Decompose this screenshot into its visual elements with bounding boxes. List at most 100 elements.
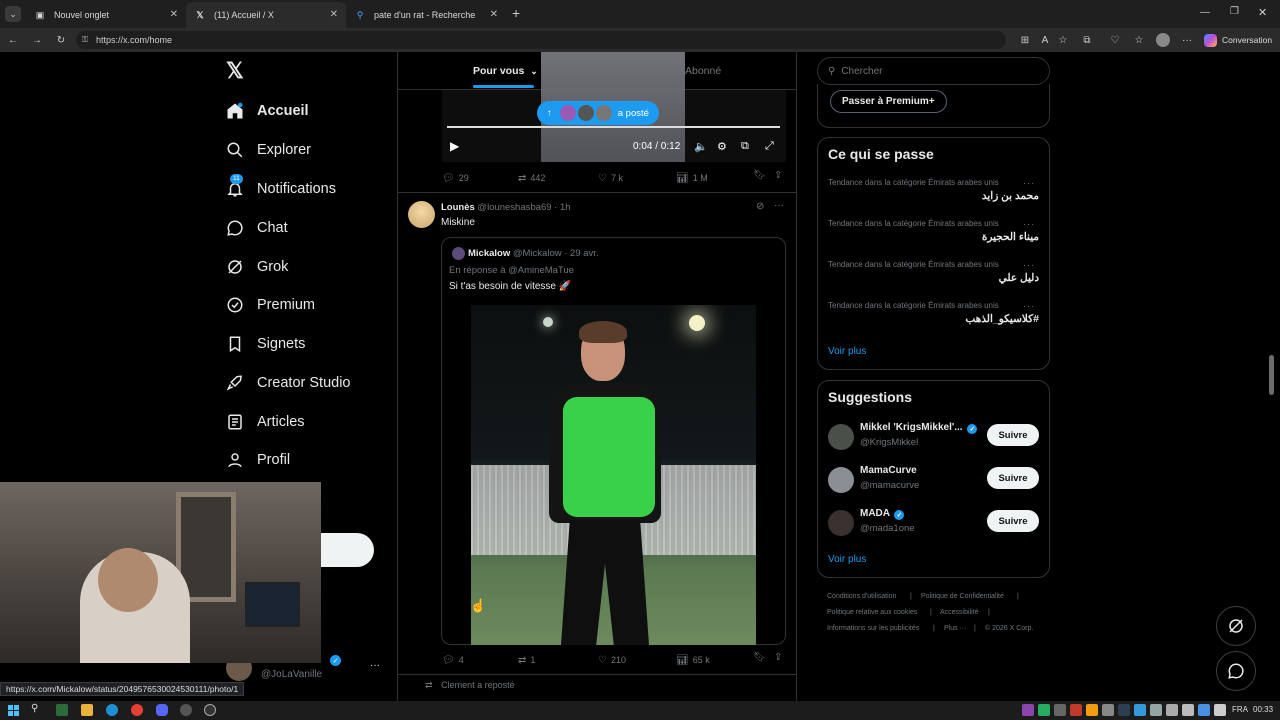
tray-app-icon[interactable] — [1166, 704, 1178, 716]
language-indicator[interactable]: FRA — [1232, 705, 1248, 714]
split-screen-icon[interactable]: ⊞ — [1018, 33, 1032, 47]
suggestion-item[interactable]: MADA ✓ @mada1one Suivre — [818, 505, 1049, 541]
repost-action[interactable]: ⇄ 1 — [518, 653, 535, 667]
play-icon[interactable]: ▶ — [450, 139, 459, 153]
clock[interactable]: 00:33 — [1253, 705, 1273, 714]
suggestion-item[interactable]: MamaCurve @mamacurve Suivre — [818, 462, 1049, 498]
trend-item[interactable]: Tendance dans la catégorie Émirats arabe… — [818, 216, 1049, 254]
settings-icon[interactable] — [180, 704, 192, 716]
file-explorer-icon[interactable] — [81, 704, 93, 716]
reply-action[interactable]: 💬︎ 29 — [442, 171, 469, 185]
reply-action[interactable]: 💬︎ 4 — [442, 653, 464, 667]
discord-icon[interactable] — [156, 704, 168, 716]
footer-privacy-link[interactable]: Politique de Confidentialité — [921, 593, 1004, 600]
post-time[interactable]: · 1h — [554, 202, 570, 213]
close-window-icon[interactable]: ✕ — [1258, 6, 1267, 19]
volume-icon[interactable]: 🔈 — [694, 140, 708, 153]
minimize-icon[interactable]: — — [1200, 7, 1210, 18]
tab-x-home[interactable]: 𝕏 (11) Accueil / X ✕ — [186, 2, 346, 28]
app-icon[interactable] — [204, 704, 216, 716]
trend-more-icon[interactable]: ··· — [1023, 301, 1035, 311]
footer-ads-link[interactable]: Informations sur les publicités — [827, 625, 919, 632]
nav-grok[interactable]: Grok — [226, 253, 288, 281]
bookmark-icon[interactable]: 🔖︎ — [753, 652, 766, 663]
video-progress-bar[interactable] — [447, 126, 780, 128]
tray-app-icon[interactable] — [1038, 704, 1050, 716]
suggestion-item[interactable]: Mikkel 'KrigsMikkel'... ✓ @KrigsMikkel S… — [818, 419, 1049, 455]
edge-icon[interactable] — [106, 704, 118, 716]
footer-more-link[interactable]: Plus ··· — [944, 625, 967, 632]
trend-more-icon[interactable]: ··· — [1023, 178, 1035, 188]
post-handle[interactable]: @louneshasba69 — [477, 202, 551, 213]
windows-start-icon[interactable] — [8, 705, 19, 716]
views-action[interactable]: 📊︎ 1 M — [676, 171, 708, 185]
more-icon[interactable]: ··· — [1180, 33, 1194, 47]
follow-button[interactable]: Suivre — [987, 510, 1039, 532]
tray-app-icon[interactable] — [1134, 704, 1146, 716]
repost-indicator[interactable]: ⇄ Clement a reposté — [425, 680, 515, 691]
nav-articles[interactable]: Articles — [226, 408, 305, 436]
trend-item[interactable]: Tendance dans la catégorie Émirats arabe… — [818, 175, 1049, 213]
close-icon[interactable]: ✕ — [330, 9, 338, 20]
trend-more-icon[interactable]: ··· — [1023, 260, 1035, 270]
page-scrollbar[interactable] — [1269, 355, 1274, 395]
trends-see-more-link[interactable]: Voir plus — [828, 346, 866, 357]
share-icon[interactable]: ⇪ — [774, 170, 782, 181]
chat-float-button[interactable] — [1216, 651, 1256, 691]
tray-app-icon[interactable] — [1054, 704, 1066, 716]
tab-following[interactable]: Abonné — [685, 65, 721, 77]
repost-action[interactable]: ⇄ 442 — [518, 171, 545, 185]
like-action[interactable]: ♡ 7 k — [598, 171, 623, 185]
posted-pill[interactable]: ↑ a posté — [537, 101, 659, 125]
quote-image[interactable] — [471, 305, 756, 645]
nav-chat[interactable]: Chat — [226, 214, 288, 242]
tray-app-icon[interactable] — [1022, 704, 1034, 716]
post-avatar[interactable] — [408, 201, 435, 228]
tab-search[interactable]: ⚲ pate d'un rat - Recherche ✕ — [346, 2, 506, 28]
nav-premium[interactable]: Premium — [226, 291, 315, 319]
read-aloud-icon[interactable]: A — [1038, 33, 1052, 47]
x-logo-icon[interactable]: 𝕏 — [226, 60, 246, 82]
extensions-icon[interactable]: ⧉ — [1080, 33, 1094, 47]
forward-icon[interactable]: → — [30, 33, 44, 47]
tab-actions-icon[interactable]: ⌄ — [5, 6, 21, 22]
new-tab-button[interactable]: + — [512, 5, 520, 21]
nav-bookmarks[interactable]: Signets — [226, 330, 305, 358]
tray-app-icon[interactable] — [1150, 704, 1162, 716]
favorite-star-icon[interactable]: ☆ — [1056, 33, 1070, 47]
back-icon[interactable]: ← — [6, 33, 20, 47]
close-icon[interactable]: ✕ — [170, 9, 178, 20]
settings-icon[interactable]: ⚙ — [717, 140, 727, 153]
tray-app-icon[interactable] — [1086, 704, 1098, 716]
nav-explore[interactable]: Explorer — [226, 136, 311, 164]
volume-icon[interactable] — [1182, 704, 1194, 716]
performance-icon[interactable]: ♡ — [1108, 33, 1122, 47]
address-bar[interactable]: https://x.com/home — [76, 31, 1006, 49]
close-icon[interactable]: ✕ — [490, 9, 498, 20]
nav-notifications[interactable]: 11 Notifications — [226, 174, 336, 203]
nav-creator-studio[interactable]: Creator Studio — [226, 369, 351, 397]
trend-item[interactable]: Tendance dans la catégorie Émirats arabe… — [818, 257, 1049, 295]
nav-home[interactable]: Accueil — [226, 97, 309, 125]
copilot-button[interactable]: Conversation — [1204, 32, 1272, 48]
favorites-icon[interactable]: ☆ — [1132, 33, 1146, 47]
tray-app-icon[interactable] — [1118, 704, 1130, 716]
network-icon[interactable] — [1214, 704, 1226, 716]
profile-avatar[interactable] — [1156, 33, 1170, 47]
chrome-icon[interactable] — [131, 704, 143, 716]
bookmark-icon[interactable]: 🔖︎ — [753, 170, 766, 181]
share-icon[interactable]: ⇪ — [774, 652, 782, 663]
trend-item[interactable]: Tendance dans la catégorie Émirats arabe… — [818, 298, 1049, 336]
grok-float-button[interactable] — [1216, 606, 1256, 646]
maximize-icon[interactable]: ❐ — [1230, 6, 1239, 17]
nav-profile[interactable]: Profil — [226, 446, 290, 474]
tray-app-icon[interactable] — [1102, 704, 1114, 716]
views-action[interactable]: 📊︎ 65 k — [676, 653, 710, 667]
tab-new-tab[interactable]: ▣ Nouvel onglet ✕ — [26, 2, 186, 28]
post-author[interactable]: Lounès — [441, 202, 475, 213]
refresh-icon[interactable]: ↻ — [54, 33, 68, 47]
trend-more-icon[interactable]: ··· — [1023, 219, 1035, 229]
account-more-icon[interactable]: ··· — [370, 660, 380, 671]
bluetooth-icon[interactable] — [1198, 704, 1210, 716]
footer-accessibility-link[interactable]: Accessibilité — [940, 609, 979, 616]
